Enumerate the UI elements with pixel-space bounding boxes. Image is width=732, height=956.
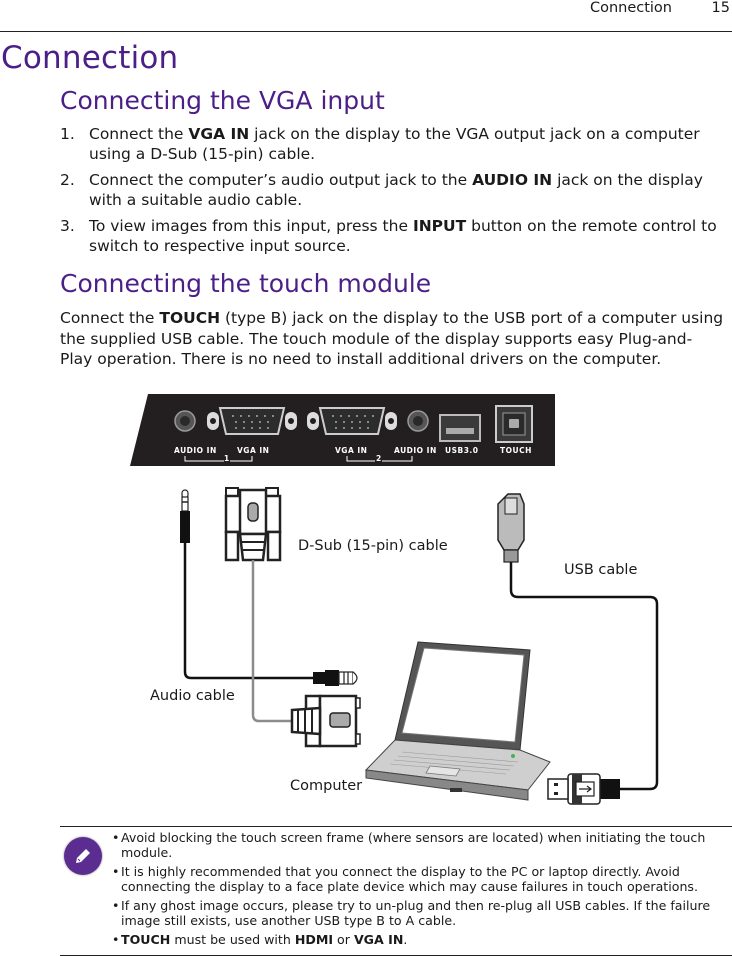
note-keyword: HDMI bbox=[294, 932, 334, 947]
step-item: 2. Connect the computer’s audio output j… bbox=[60, 170, 724, 210]
note-badge bbox=[64, 837, 102, 875]
step-text: Connect the bbox=[89, 125, 189, 143]
note-box: Avoid blocking the touch screen frame (w… bbox=[60, 826, 732, 956]
touch-paragraph: Connect the TOUCH (type B) jack on the d… bbox=[60, 308, 724, 370]
note-text: must be used with bbox=[170, 932, 295, 947]
note-item: TOUCH must be used with HDMI or VGA IN. bbox=[112, 932, 724, 947]
step-text: Connect the computer’s audio output jack… bbox=[89, 171, 473, 189]
callout-computer: Computer bbox=[290, 778, 363, 794]
connection-diagram: AUDIO IN VGA IN 1 VGA IN AUDIO IN 2 USB3… bbox=[130, 390, 690, 810]
chapter-title: Connection bbox=[1, 40, 179, 76]
note-list: Avoid blocking the touch screen frame (w… bbox=[112, 830, 724, 951]
io-panel bbox=[130, 394, 555, 466]
running-header: Connection 15 bbox=[0, 0, 732, 32]
panel-label-usb: USB3.0 bbox=[445, 446, 479, 455]
step-keyword: INPUT bbox=[412, 217, 467, 235]
note-text: . bbox=[403, 932, 408, 947]
step-number: 3. bbox=[60, 217, 75, 235]
panel-label-group-2: 2 bbox=[376, 454, 382, 463]
panel-label-group-1: 1 bbox=[224, 454, 230, 463]
paragraph-text: Connect the bbox=[60, 309, 160, 327]
panel-label-touch: TOUCH bbox=[500, 446, 532, 455]
step-number: 2. bbox=[60, 171, 75, 189]
vga-cable bbox=[224, 487, 361, 748]
step-text: To view images from this input, press th… bbox=[89, 217, 413, 235]
callout-dsub-cable: D-Sub (15-pin) cable bbox=[298, 538, 448, 554]
section-title-touch: Connecting the touch module bbox=[60, 269, 432, 298]
callout-usb-cable: USB cable bbox=[564, 562, 638, 578]
step-keyword: AUDIO IN bbox=[472, 171, 553, 189]
note-item: If any ghost image occurs, please try to… bbox=[112, 898, 724, 928]
step-item: 3. To view images from this input, press… bbox=[60, 216, 724, 256]
page-number: 15 bbox=[711, 0, 730, 16]
callout-audio-cable: Audio cable bbox=[150, 688, 235, 704]
usb-port bbox=[439, 414, 481, 442]
panel-label-audio-in-1: AUDIO IN bbox=[174, 446, 217, 455]
paragraph-keyword: TOUCH bbox=[159, 309, 221, 327]
panel-label-audio-in-2: AUDIO IN bbox=[394, 446, 437, 455]
step-number: 1. bbox=[60, 125, 75, 143]
note-keyword: TOUCH bbox=[121, 932, 171, 947]
step-item: 1. Connect the VGA IN jack on the displa… bbox=[60, 124, 724, 164]
section-title-vga: Connecting the VGA input bbox=[60, 86, 385, 115]
note-item: Avoid blocking the touch screen frame (w… bbox=[112, 830, 724, 860]
step-keyword: VGA IN bbox=[188, 125, 250, 143]
note-keyword: VGA IN bbox=[353, 932, 404, 947]
vga-steps-list: 1. Connect the VGA IN jack on the displa… bbox=[60, 124, 724, 262]
note-text: or bbox=[333, 932, 354, 947]
pencil-icon bbox=[76, 849, 90, 863]
touch-port bbox=[495, 405, 533, 443]
running-header-title: Connection bbox=[589, 0, 672, 16]
panel-label-vga-in-2: VGA IN bbox=[335, 446, 368, 455]
laptop-illustration bbox=[364, 641, 551, 801]
panel-label-vga-in-1: VGA IN bbox=[237, 446, 270, 455]
note-item: It is highly recommended that you connec… bbox=[112, 864, 724, 894]
